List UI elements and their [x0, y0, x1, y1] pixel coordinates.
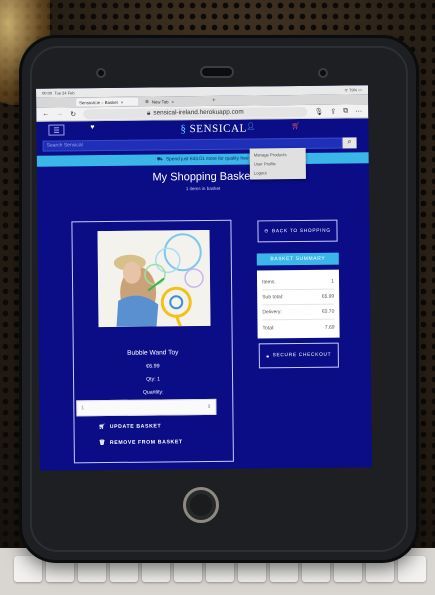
- basket-summary: Items: 1 Sub total: €6.99 Delivery: €0.7…: [256, 269, 340, 339]
- secure-checkout-button[interactable]: 🔒︎ SECURE CHECKOUT: [258, 342, 339, 369]
- logo-icon: §: [180, 123, 187, 136]
- chevron-up-down-icon: ⇕: [207, 403, 212, 410]
- microphone-icon[interactable]: 🎙︎: [314, 107, 323, 115]
- product-price: €6.99: [146, 363, 160, 370]
- keyboard-key: [14, 556, 42, 582]
- delivery-banner: ⛟ Spend just €43.01 more for quality fre…: [36, 152, 369, 167]
- summary-label: Total:: [262, 324, 275, 331]
- close-icon[interactable]: ×: [121, 99, 124, 104]
- tab-new-tab[interactable]: ◍ New Tab ×: [142, 97, 204, 106]
- basket-count: 1 items in basket: [185, 185, 221, 192]
- product-qty: Qty: 1: [146, 376, 161, 383]
- home-button-center: [190, 494, 212, 516]
- reload-icon[interactable]: ↻: [70, 110, 76, 118]
- summary-label: Sub total:: [262, 294, 284, 301]
- menu-icon: ☰: [53, 127, 60, 135]
- basket-icon[interactable]: 🛒︎: [291, 122, 300, 130]
- summary-value: 1: [331, 278, 335, 285]
- heart-icon[interactable]: ♥: [90, 124, 94, 131]
- summary-row: Delivery: €0.70: [262, 304, 335, 321]
- update-basket-label: UPDATE BASKET: [109, 423, 162, 430]
- tabs-icon[interactable]: ⧉: [343, 107, 348, 115]
- remove-label: REMOVE FROM BASKET: [109, 439, 183, 446]
- new-tab-button[interactable]: +: [212, 98, 216, 104]
- logo-text: SENSICAL: [189, 122, 247, 136]
- lock-icon: 🔒︎: [146, 109, 151, 117]
- status-time: 00:00 Tue 24 Feb: [42, 90, 75, 96]
- photo-scene: 00:00 Tue 24 Feb ᯤ 79% ▭ Sensical.ie – B…: [0, 0, 435, 595]
- remove-from-basket-button[interactable]: 🗑︎ REMOVE FROM BASKET: [99, 439, 183, 446]
- summary-value: €0.70: [321, 308, 335, 315]
- status-indicators: ᯤ 79% ▭: [344, 86, 363, 93]
- basket-icon: 🛒︎: [98, 424, 106, 431]
- tab-label: New Tab: [151, 98, 169, 105]
- more-icon[interactable]: ⋯: [355, 107, 362, 115]
- account-dropdown: Manage Products User Profile Logout: [249, 147, 306, 180]
- truck-icon: ⛟: [156, 156, 163, 162]
- tablet-sensor: [96, 68, 106, 78]
- share-icon[interactable]: ⇪: [330, 107, 336, 115]
- basket-summary-header: BASKET SUMMARY: [256, 252, 339, 266]
- product-photo: [97, 229, 211, 328]
- update-basket-button[interactable]: 🛒︎ UPDATE BASKET: [99, 423, 162, 430]
- banner-text: Spend just €43.01 more for quality free: [165, 156, 249, 163]
- menu-item-logout[interactable]: Logout: [250, 168, 306, 178]
- summary-row: Sub total: €6.99: [262, 289, 335, 306]
- site-navbar: ☰ ♥ § SENSICAL 👤︎ 🛒︎: [36, 118, 368, 138]
- arrow-left-icon[interactable]: ←: [42, 111, 49, 118]
- tab-label: Sensical.ie – Basket: [79, 99, 118, 105]
- close-icon[interactable]: ×: [172, 99, 175, 104]
- back-to-shopping-button[interactable]: ⊖ BACK TO SHOPPING: [257, 219, 338, 243]
- user-icon[interactable]: 👤︎: [246, 122, 255, 130]
- basket-item-card: Bubble Wand Toy €6.99 Qty: 1 Quantity: 1…: [71, 219, 234, 464]
- quantity-select[interactable]: 1 ⇕: [76, 398, 217, 417]
- arrow-right-icon[interactable]: →: [56, 110, 63, 117]
- circle-arrow-left-icon: ⊖: [264, 228, 270, 234]
- search-button[interactable]: ⌕: [342, 136, 357, 149]
- product-image: [97, 229, 211, 328]
- back-label: BACK TO SHOPPING: [271, 228, 331, 234]
- tablet-sensor: [318, 68, 328, 78]
- summary-row: Total: 7.69: [262, 320, 334, 336]
- tablet-camera: [200, 66, 234, 78]
- quantity-label: Quantity:: [142, 389, 164, 396]
- summary-value: €6.99: [321, 293, 335, 300]
- tab-sensical-basket[interactable]: Sensical.ie – Basket ×: [76, 97, 139, 107]
- site-logo[interactable]: § SENSICAL: [180, 123, 247, 136]
- summary-label: Delivery:: [262, 309, 282, 316]
- summary-value: 7.69: [324, 324, 335, 331]
- checkout-label: SECURE CHECKOUT: [272, 352, 332, 359]
- summary-label: Items:: [262, 279, 276, 286]
- address-bar[interactable]: 🔒︎ sensical-ireland.herokuapp.com: [83, 106, 308, 119]
- menu-button[interactable]: ☰: [48, 124, 65, 136]
- tablet-screen: 00:00 Tue 24 Feb ᯤ 79% ▭ Sensical.ie – B…: [36, 85, 372, 471]
- url-text: sensical-ireland.herokuapp.com: [153, 108, 244, 117]
- keyboard-key: [398, 556, 426, 582]
- page-title: My Shopping Basket: [152, 170, 254, 184]
- trash-icon: 🗑︎: [98, 440, 106, 447]
- search-icon: ⌕: [347, 138, 352, 146]
- quantity-value: 1: [81, 405, 85, 412]
- summary-row: Items: 1: [261, 274, 335, 291]
- product-name[interactable]: Bubble Wand Toy: [74, 349, 232, 358]
- lock-icon: 🔒︎: [266, 353, 270, 359]
- globe-icon: ◍: [145, 98, 149, 104]
